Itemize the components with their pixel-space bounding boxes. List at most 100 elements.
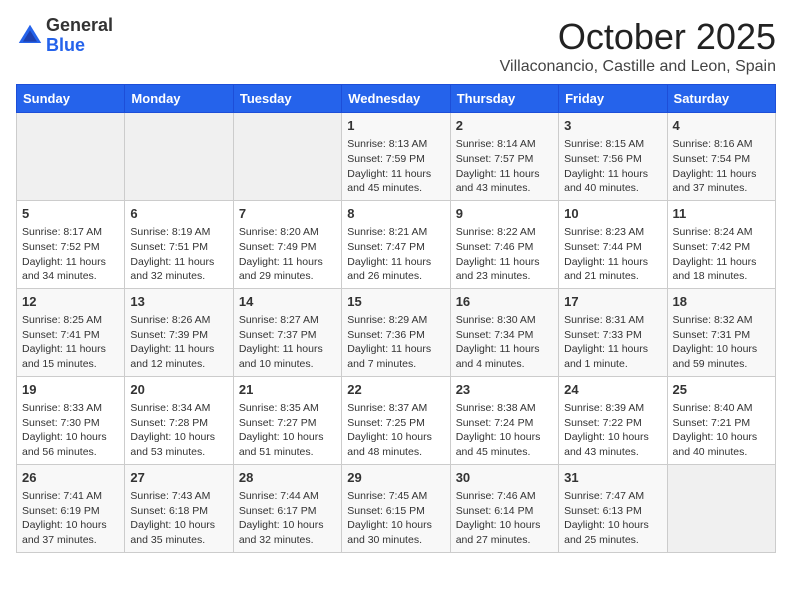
- day-info: Sunrise: 8:21 AMSunset: 7:47 PMDaylight:…: [347, 225, 444, 284]
- calendar-cell: 26 Sunrise: 7:41 AMSunset: 6:19 PMDayligh…: [17, 464, 125, 552]
- month-title: October 2025: [500, 16, 776, 58]
- day-info: Sunrise: 8:23 AMSunset: 7:44 PMDaylight:…: [564, 225, 661, 284]
- weekday-header-monday: Monday: [125, 85, 233, 113]
- day-info: Sunrise: 8:35 AMSunset: 7:27 PMDaylight:…: [239, 401, 336, 460]
- calendar-cell: 6 Sunrise: 8:19 AMSunset: 7:51 PMDaylight…: [125, 200, 233, 288]
- week-row-2: 5 Sunrise: 8:17 AMSunset: 7:52 PMDaylight…: [17, 200, 776, 288]
- day-number: 22: [347, 381, 444, 399]
- calendar-cell: [667, 464, 775, 552]
- day-info: Sunrise: 7:44 AMSunset: 6:17 PMDaylight:…: [239, 489, 336, 548]
- day-number: 11: [673, 205, 770, 223]
- calendar-cell: 2Sunrise: 8:14 AMSunset: 7:57 PMDaylight…: [450, 113, 558, 201]
- day-info: Sunrise: 8:19 AMSunset: 7:51 PMDaylight:…: [130, 225, 227, 284]
- calendar-cell: 13Sunrise: 8:26 AMSunset: 7:39 PMDayligh…: [125, 288, 233, 376]
- day-number: 15: [347, 293, 444, 311]
- calendar-table: SundayMondayTuesdayWednesdayThursdayFrid…: [16, 84, 776, 553]
- day-info: Sunrise: 8:13 AMSunset: 7:59 PMDaylight:…: [347, 137, 444, 196]
- calendar-cell: 24 Sunrise: 8:39 AMSunset: 7:22 PMDayligh…: [559, 376, 667, 464]
- day-info: Sunrise: 8:38 AMSunset: 7:24 PMDaylight:…: [456, 401, 553, 460]
- day-number: 24: [564, 381, 661, 399]
- day-info: Sunrise: 7:43 AMSunset: 6:18 PMDaylight:…: [130, 489, 227, 548]
- day-number: 6: [130, 205, 227, 223]
- calendar-cell: 15 Sunrise: 8:29 AMSunset: 7:36 PMDayligh…: [342, 288, 450, 376]
- page-header: General Blue October 2025 Villaconancio,…: [16, 16, 776, 76]
- day-number: 19: [22, 381, 119, 399]
- day-info: Sunrise: 8:30 AMSunset: 7:34 PMDaylight:…: [456, 313, 553, 372]
- day-number: 27: [130, 469, 227, 487]
- day-number: 25: [673, 381, 770, 399]
- day-info: Sunrise: 8:37 AMSunset: 7:25 PMDaylight:…: [347, 401, 444, 460]
- weekday-header-row: SundayMondayTuesdayWednesdayThursdayFrid…: [17, 85, 776, 113]
- day-number: 8: [347, 205, 444, 223]
- day-info: Sunrise: 8:25 AMSunset: 7:41 PMDaylight:…: [22, 313, 119, 372]
- calendar-cell: 12 Sunrise: 8:25 AMSunset: 7:41 PMDayligh…: [17, 288, 125, 376]
- calendar-cell: 14Sunrise: 8:27 AMSunset: 7:37 PMDayligh…: [233, 288, 341, 376]
- calendar-cell: 7 Sunrise: 8:20 AMSunset: 7:49 PMDaylight…: [233, 200, 341, 288]
- calendar-cell: 19 Sunrise: 8:33 AMSunset: 7:30 PMDayligh…: [17, 376, 125, 464]
- day-number: 26: [22, 469, 119, 487]
- calendar-cell: 9Sunrise: 8:22 AMSunset: 7:46 PMDaylight…: [450, 200, 558, 288]
- week-row-3: 12 Sunrise: 8:25 AMSunset: 7:41 PMDayligh…: [17, 288, 776, 376]
- day-info: Sunrise: 8:32 AMSunset: 7:31 PMDaylight:…: [673, 313, 770, 372]
- day-number: 31: [564, 469, 661, 487]
- calendar-cell: 3Sunrise: 8:15 AMSunset: 7:56 PMDaylight…: [559, 113, 667, 201]
- day-number: 30: [456, 469, 553, 487]
- calendar-cell: 8 Sunrise: 8:21 AMSunset: 7:47 PMDaylight…: [342, 200, 450, 288]
- day-info: Sunrise: 8:17 AMSunset: 7:52 PMDaylight:…: [22, 225, 119, 284]
- day-number: 21: [239, 381, 336, 399]
- calendar-cell: 5 Sunrise: 8:17 AMSunset: 7:52 PMDaylight…: [17, 200, 125, 288]
- day-info: Sunrise: 8:29 AMSunset: 7:36 PMDaylight:…: [347, 313, 444, 372]
- day-number: 12: [22, 293, 119, 311]
- day-info: Sunrise: 8:40 AMSunset: 7:21 PMDaylight:…: [673, 401, 770, 460]
- day-info: Sunrise: 8:24 AMSunset: 7:42 PMDaylight:…: [673, 225, 770, 284]
- day-info: Sunrise: 8:33 AMSunset: 7:30 PMDaylight:…: [22, 401, 119, 460]
- day-info: Sunrise: 8:26 AMSunset: 7:39 PMDaylight:…: [130, 313, 227, 372]
- day-number: 5: [22, 205, 119, 223]
- calendar-cell: 31Sunrise: 7:47 AMSunset: 6:13 PMDayligh…: [559, 464, 667, 552]
- day-number: 7: [239, 205, 336, 223]
- day-number: 23: [456, 381, 553, 399]
- calendar-cell: 28 Sunrise: 7:44 AMSunset: 6:17 PMDayligh…: [233, 464, 341, 552]
- weekday-header-thursday: Thursday: [450, 85, 558, 113]
- calendar-cell: [125, 113, 233, 201]
- location-title: Villaconancio, Castille and Leon, Spain: [500, 58, 776, 76]
- week-row-1: 1Sunrise: 8:13 AMSunset: 7:59 PMDaylight…: [17, 113, 776, 201]
- day-info: Sunrise: 8:34 AMSunset: 7:28 PMDaylight:…: [130, 401, 227, 460]
- weekday-header-friday: Friday: [559, 85, 667, 113]
- calendar-cell: 25 Sunrise: 8:40 AMSunset: 7:21 PMDayligh…: [667, 376, 775, 464]
- calendar-cell: [233, 113, 341, 201]
- day-number: 29: [347, 469, 444, 487]
- weekday-header-sunday: Sunday: [17, 85, 125, 113]
- logo-icon: [16, 22, 44, 50]
- title-block: October 2025 Villaconancio, Castille and…: [500, 16, 776, 76]
- calendar-body: 1Sunrise: 8:13 AMSunset: 7:59 PMDaylight…: [17, 113, 776, 553]
- calendar-cell: 20 Sunrise: 8:34 AMSunset: 7:28 PMDayligh…: [125, 376, 233, 464]
- day-number: 4: [673, 117, 770, 135]
- week-row-4: 19 Sunrise: 8:33 AMSunset: 7:30 PMDayligh…: [17, 376, 776, 464]
- calendar-cell: 10Sunrise: 8:23 AMSunset: 7:44 PMDayligh…: [559, 200, 667, 288]
- logo-general-text: General: [46, 16, 113, 36]
- day-info: Sunrise: 8:15 AMSunset: 7:56 PMDaylight:…: [564, 137, 661, 196]
- calendar-cell: 16Sunrise: 8:30 AMSunset: 7:34 PMDayligh…: [450, 288, 558, 376]
- weekday-header-tuesday: Tuesday: [233, 85, 341, 113]
- day-number: 20: [130, 381, 227, 399]
- calendar-cell: [17, 113, 125, 201]
- calendar-cell: 18Sunrise: 8:32 AMSunset: 7:31 PMDayligh…: [667, 288, 775, 376]
- day-info: Sunrise: 8:14 AMSunset: 7:57 PMDaylight:…: [456, 137, 553, 196]
- day-info: Sunrise: 8:16 AMSunset: 7:54 PMDaylight:…: [673, 137, 770, 196]
- calendar-cell: 1Sunrise: 8:13 AMSunset: 7:59 PMDaylight…: [342, 113, 450, 201]
- day-info: Sunrise: 8:39 AMSunset: 7:22 PMDaylight:…: [564, 401, 661, 460]
- day-info: Sunrise: 8:22 AMSunset: 7:46 PMDaylight:…: [456, 225, 553, 284]
- day-number: 28: [239, 469, 336, 487]
- calendar-cell: 30 Sunrise: 7:46 AMSunset: 6:14 PMDayligh…: [450, 464, 558, 552]
- day-info: Sunrise: 8:31 AMSunset: 7:33 PMDaylight:…: [564, 313, 661, 372]
- day-info: Sunrise: 7:41 AMSunset: 6:19 PMDaylight:…: [22, 489, 119, 548]
- day-info: Sunrise: 8:27 AMSunset: 7:37 PMDaylight:…: [239, 313, 336, 372]
- weekday-header-saturday: Saturday: [667, 85, 775, 113]
- day-info: Sunrise: 7:46 AMSunset: 6:14 PMDaylight:…: [456, 489, 553, 548]
- logo: General Blue: [16, 16, 113, 56]
- calendar-cell: 11 Sunrise: 8:24 AMSunset: 7:42 PMDayligh…: [667, 200, 775, 288]
- day-info: Sunrise: 8:20 AMSunset: 7:49 PMDaylight:…: [239, 225, 336, 284]
- day-info: Sunrise: 7:45 AMSunset: 6:15 PMDaylight:…: [347, 489, 444, 548]
- calendar-cell: 17Sunrise: 8:31 AMSunset: 7:33 PMDayligh…: [559, 288, 667, 376]
